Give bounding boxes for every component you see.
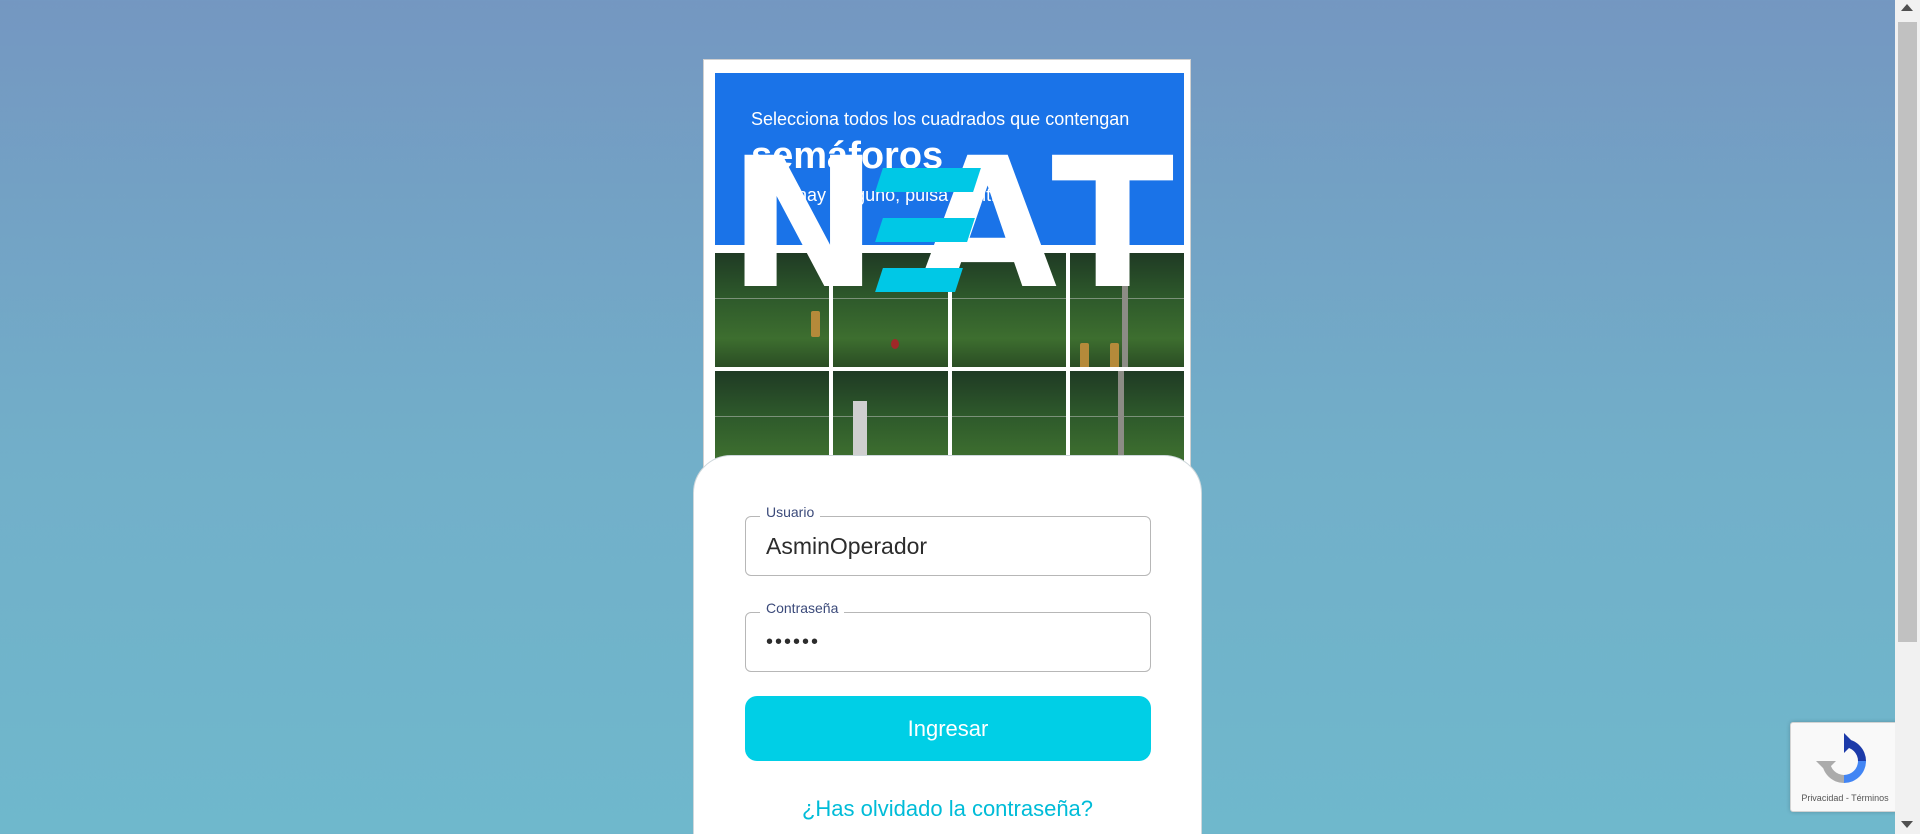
login-card: Usuario AsminOperador Contraseña •••••• … (693, 455, 1202, 834)
page-scrollbar[interactable] (1895, 0, 1920, 834)
password-input[interactable]: •••••• (766, 631, 820, 654)
forgot-password-link[interactable]: ¿Has olvidado la contraseña? (694, 796, 1201, 822)
username-label: Usuario (760, 504, 821, 520)
password-field[interactable]: Contraseña •••••• (745, 600, 1151, 672)
logo-letter-t: T (1051, 120, 1174, 329)
recaptcha-terms[interactable]: Privacidad - Términos (1791, 793, 1899, 803)
username-field[interactable]: Usuario AsminOperador (745, 504, 1151, 576)
recaptcha-badge[interactable]: Privacidad - Términos (1790, 722, 1900, 812)
logo-letter-n: N (728, 120, 879, 329)
scroll-thumb[interactable] (1898, 22, 1917, 642)
username-input[interactable]: AsminOperador (766, 533, 927, 560)
neat-logo: N A T (728, 120, 1174, 329)
scroll-down-icon[interactable] (1901, 821, 1913, 828)
logo-e-mark (874, 160, 981, 295)
scroll-up-icon[interactable] (1901, 4, 1913, 11)
password-label: Contraseña (760, 600, 845, 616)
recaptcha-icon (1816, 733, 1866, 783)
login-button[interactable]: Ingresar (745, 696, 1151, 761)
